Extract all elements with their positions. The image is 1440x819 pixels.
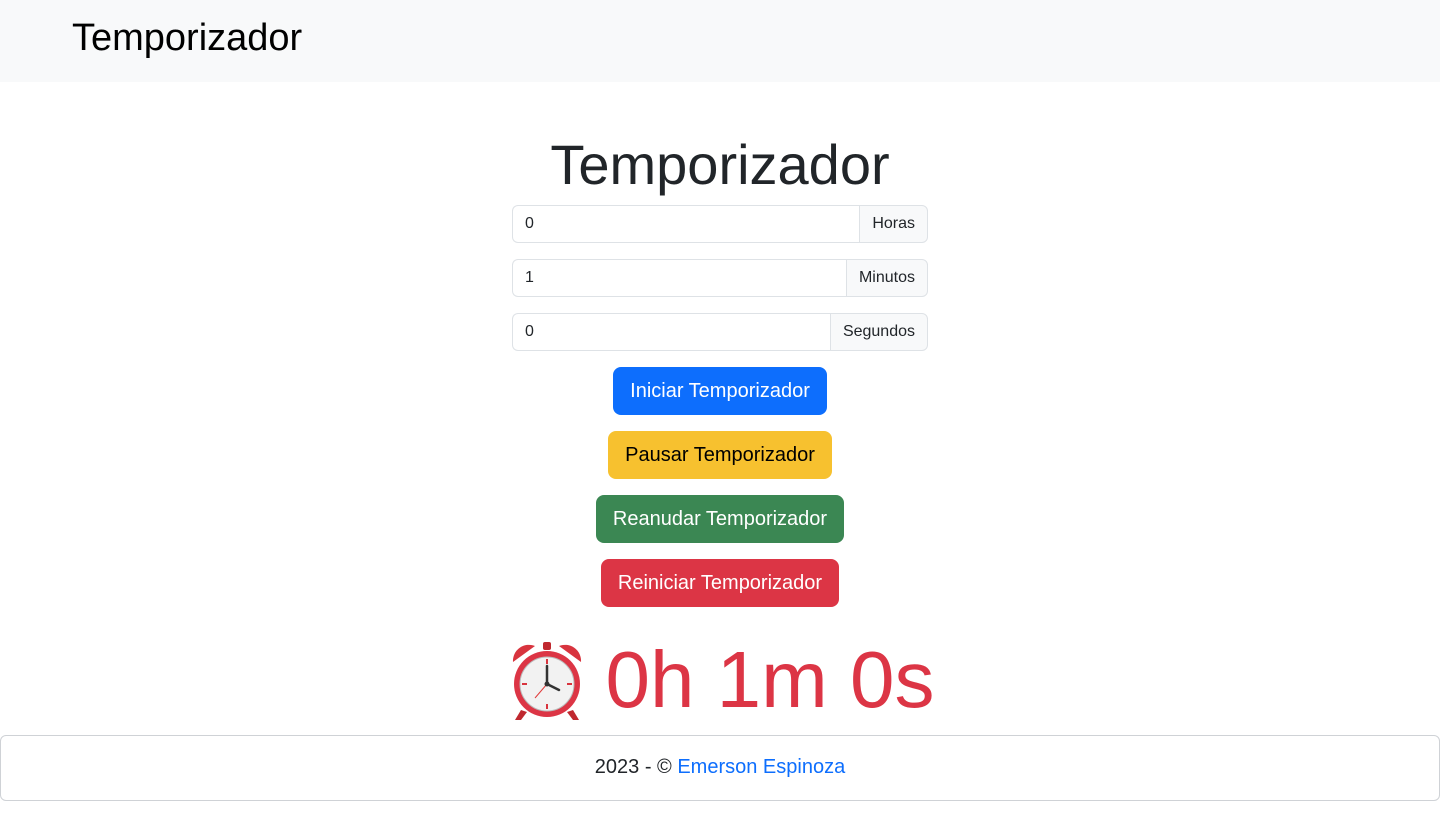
timer-time-text: 0h 1m 0s: [605, 635, 935, 724]
minutes-input[interactable]: [512, 259, 846, 297]
pause-timer-button[interactable]: Pausar Temporizador: [608, 431, 832, 479]
alarm-clock-icon: [513, 642, 582, 720]
seconds-input-group: Segundos: [512, 313, 928, 351]
pause-button-row: Pausar Temporizador: [0, 431, 1440, 479]
footer: 2023 - © Emerson Espinoza: [0, 735, 1440, 801]
hours-input[interactable]: [512, 205, 860, 243]
reset-button-row: Reiniciar Temporizador: [0, 559, 1440, 607]
hours-unit-label: Horas: [859, 205, 928, 243]
start-timer-button[interactable]: Iniciar Temporizador: [613, 367, 827, 415]
seconds-unit-label: Segundos: [829, 313, 928, 351]
page-title: Temporizador: [550, 133, 890, 196]
navbar: Temporizador: [0, 0, 1440, 82]
minutes-unit-label: Minutos: [845, 259, 928, 297]
resume-button-row: Reanudar Temporizador: [0, 495, 1440, 543]
navbar-brand[interactable]: Temporizador: [72, 14, 302, 62]
footer-copyright: 2023 - ©: [594, 756, 672, 778]
resume-timer-button[interactable]: Reanudar Temporizador: [595, 495, 845, 543]
reset-timer-button[interactable]: Reiniciar Temporizador: [600, 559, 840, 607]
hours-input-group: Horas: [512, 205, 928, 243]
start-button-row: Iniciar Temporizador: [0, 367, 1440, 415]
seconds-input[interactable]: [512, 313, 830, 351]
timer-display: 0h 1m 0s: [0, 630, 1440, 730]
footer-author-link[interactable]: Emerson Espinoza: [677, 756, 845, 778]
minutes-input-group: Minutos: [512, 259, 928, 297]
